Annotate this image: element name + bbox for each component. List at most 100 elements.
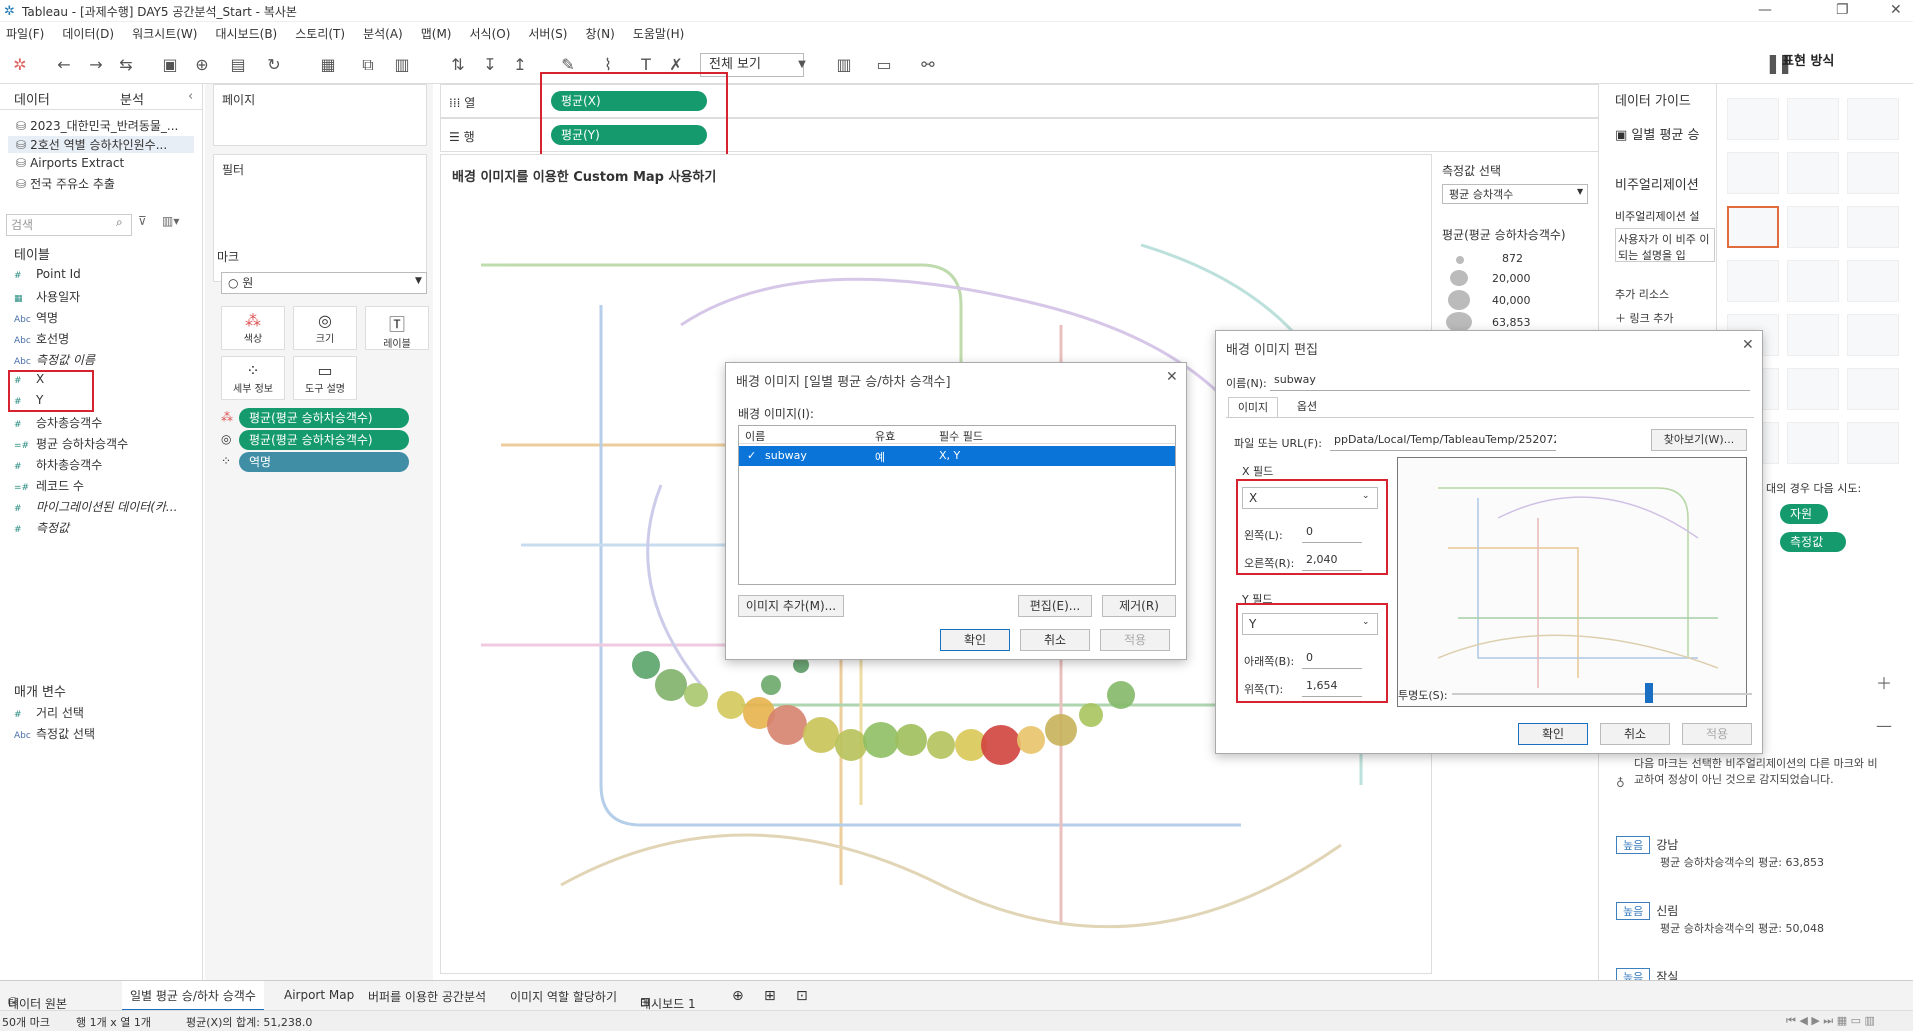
pause-icon[interactable]: ▤: [226, 54, 250, 76]
tab-sheet-active[interactable]: 일별 평균 승/하차 승객수: [122, 981, 264, 1011]
field-item[interactable]: =# 레코드 수: [14, 477, 84, 494]
new-datasource-icon[interactable]: ⊕: [190, 54, 214, 76]
tab-options[interactable]: 옵션: [1282, 397, 1332, 417]
field-item[interactable]: ▦ 사용일자: [14, 288, 80, 305]
apply-button[interactable]: 적용: [1100, 629, 1170, 651]
maximize-icon[interactable]: ❐: [1836, 2, 1849, 18]
chart-type-option[interactable]: [1787, 422, 1839, 464]
tab-image[interactable]: 이미지: [1228, 397, 1278, 417]
new-sheet-icon[interactable]: ⊕: [732, 988, 744, 1004]
station-mark[interactable]: [684, 683, 708, 707]
field-item[interactable]: # 승차총승객수: [14, 414, 102, 431]
collapse-icon[interactable]: ‹: [188, 89, 193, 104]
ok-button[interactable]: 확인: [940, 629, 1010, 651]
station-mark[interactable]: [1017, 726, 1045, 754]
expand-plus-icon[interactable]: ＋: [1876, 670, 1892, 694]
label-button[interactable]: 🅃 레이블: [365, 306, 429, 350]
menu-item[interactable]: 대시보드(B): [215, 22, 277, 46]
station-mark[interactable]: [895, 724, 927, 756]
menu-item[interactable]: 서버(S): [528, 22, 567, 46]
chart-type-option[interactable]: [1787, 368, 1839, 410]
station-mark[interactable]: [803, 717, 839, 753]
duplicate-icon[interactable]: ⧉: [356, 54, 380, 76]
chart-type-option[interactable]: [1727, 260, 1779, 302]
swap-rows-cols-icon[interactable]: ⇅: [446, 54, 470, 76]
new-dashboard-icon[interactable]: ⊞: [764, 988, 776, 1004]
datasource-item[interactable]: ⛁ 2023_대한민국_반려동물_...: [16, 117, 178, 134]
clear-sheet-icon[interactable]: ▥: [390, 54, 414, 76]
param-item[interactable]: # 거리 선택: [14, 704, 84, 721]
viz-description-input[interactable]: 사용자가 이 비주 이 되는 설명을 입: [1615, 228, 1715, 262]
cancel-button[interactable]: 취소: [1600, 723, 1670, 745]
station-mark[interactable]: [1107, 681, 1135, 709]
file-path-input[interactable]: ppData/Local/Temp/TableauTemp/2520722123…: [1330, 429, 1556, 451]
browse-button[interactable]: 찾아보기(W)...: [1651, 429, 1747, 451]
station-mark[interactable]: [1079, 703, 1103, 727]
detail-pill[interactable]: 역명: [239, 452, 409, 472]
chart-type-option[interactable]: [1787, 314, 1839, 356]
edit-button[interactable]: 편집(E)...: [1018, 595, 1092, 617]
size-pill[interactable]: 평균(평균 승하차승객수): [239, 430, 409, 450]
close-icon[interactable]: ✕: [1890, 2, 1902, 18]
chart-type-option[interactable]: [1787, 98, 1839, 140]
tableau-home-icon[interactable]: ✲: [8, 54, 32, 76]
chart-type-option[interactable]: [1787, 206, 1839, 248]
menu-item[interactable]: 파일(F): [6, 22, 44, 46]
station-mark[interactable]: [835, 729, 867, 761]
station-mark[interactable]: [981, 725, 1021, 765]
color-pill[interactable]: 평균(평균 승하차승객수): [239, 408, 409, 428]
menu-item[interactable]: 분석(A): [363, 22, 403, 46]
color-button[interactable]: ⁂ 색상: [221, 306, 285, 350]
menu-item[interactable]: 도움말(H): [633, 22, 685, 46]
ok-button[interactable]: 확인: [1518, 723, 1588, 745]
menu-item[interactable]: 스토리(T): [295, 22, 345, 46]
mark-type-select[interactable]: ○ 원: [221, 272, 427, 294]
param-item[interactable]: Abc 측정값 선택: [14, 725, 95, 742]
tab-sheet[interactable]: 이미지 역할 할당하기: [510, 988, 617, 1005]
close-icon[interactable]: ✕: [1742, 337, 1754, 353]
undo-icon[interactable]: ←: [52, 54, 76, 76]
share-icon[interactable]: ⚯: [916, 54, 940, 76]
tab-data[interactable]: 데이터: [14, 89, 50, 108]
station-mark[interactable]: [632, 651, 660, 679]
chart-type-option[interactable]: [1847, 98, 1899, 140]
chart-type-option[interactable]: [1847, 314, 1899, 356]
chart-type-option[interactable]: [1847, 422, 1899, 464]
save-icon[interactable]: ▣: [158, 54, 182, 76]
table-row[interactable]: ✓ subway 예 X, Y: [739, 446, 1175, 466]
chevron-down-icon[interactable]: ▼: [1577, 187, 1583, 196]
chart-type-option[interactable]: [1847, 260, 1899, 302]
checkbox-checked-icon[interactable]: ✓: [747, 449, 756, 462]
tab-sheet[interactable]: 버퍼를 이용한 공간분석: [368, 988, 486, 1005]
menu-item[interactable]: 워크시트(W): [132, 22, 197, 46]
chart-type-option[interactable]: [1847, 368, 1899, 410]
chart-type-option[interactable]: [1727, 206, 1779, 248]
station-mark[interactable]: [655, 669, 687, 701]
chart-type-option[interactable]: [1847, 206, 1899, 248]
chart-type-option[interactable]: [1727, 152, 1779, 194]
presentation-icon[interactable]: ▭: [872, 54, 896, 76]
tab-analysis[interactable]: 분석: [120, 89, 144, 108]
collapse-minus-icon[interactable]: —: [1876, 716, 1892, 735]
add-link-button[interactable]: ＋ 링크 추가: [1615, 310, 1673, 326]
filter-icon[interactable]: ⊽: [138, 214, 147, 228]
detail-button[interactable]: ⁘ 세부 정보: [221, 356, 285, 400]
remove-button[interactable]: 제거(R): [1102, 595, 1176, 617]
cancel-button[interactable]: 취소: [1020, 629, 1090, 651]
swap-icon[interactable]: ⇆: [114, 54, 138, 76]
field-item[interactable]: Abc 역명: [14, 309, 58, 326]
refresh-icon[interactable]: ↻: [262, 54, 286, 76]
station-mark[interactable]: [1045, 714, 1077, 746]
size-button[interactable]: ◎ 크기: [293, 306, 357, 350]
menu-item[interactable]: 서식(O): [470, 22, 511, 46]
chart-type-option[interactable]: [1847, 152, 1899, 194]
station-mark[interactable]: [761, 675, 781, 695]
chart-type-option[interactable]: [1787, 152, 1839, 194]
show-cards-icon[interactable]: ▥: [832, 54, 856, 76]
opacity-slider-track[interactable]: [1452, 693, 1752, 695]
measure-parameter-select[interactable]: 평균 승차객수: [1442, 184, 1588, 204]
minimize-icon[interactable]: —: [1758, 2, 1772, 18]
show-me-label[interactable]: 표현 방식: [1782, 50, 1834, 69]
sort-asc-icon[interactable]: ↧: [478, 54, 502, 76]
col-valid[interactable]: 유효: [875, 428, 895, 444]
